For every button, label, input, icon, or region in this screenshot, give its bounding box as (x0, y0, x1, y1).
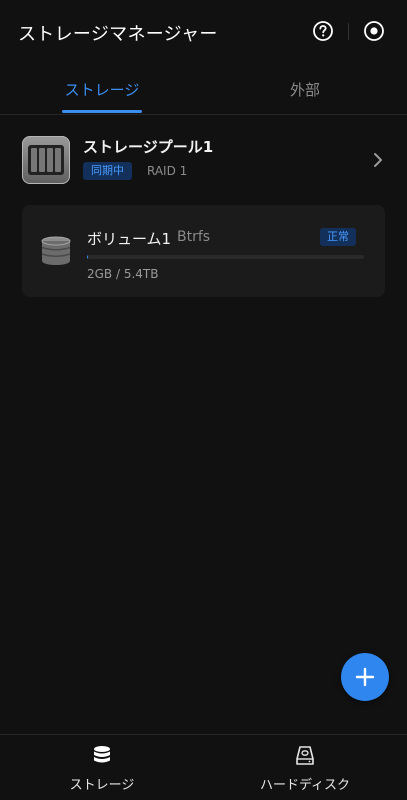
tab-bar: ストレージ 外部 (0, 64, 407, 115)
database-icon (41, 236, 71, 265)
volume-card[interactable]: ボリューム1 Btrfs 正常 2GB / 5.4TB (22, 205, 385, 297)
bottom-navigation: ストレージ ハードディスク (0, 734, 407, 800)
active-tab-indicator (62, 110, 142, 113)
nas-drive-icon (22, 136, 70, 184)
more-options-button[interactable] (363, 20, 385, 42)
target-icon (364, 21, 384, 41)
help-circle-icon (313, 21, 333, 41)
header-divider (348, 23, 349, 40)
volume-usage-text: 2GB / 5.4TB (87, 267, 159, 281)
usage-progress-bar (87, 255, 364, 259)
volume-status-badge: 正常 (320, 228, 356, 246)
chevron-right-icon (374, 153, 382, 167)
app-header: ストレージマネージャー (0, 0, 407, 64)
database-icon (94, 746, 110, 763)
plus-icon (355, 667, 375, 687)
raid-type-label: RAID 1 (147, 164, 188, 178)
filesystem-label: Btrfs (177, 229, 211, 245)
page-title: ストレージマネージャー (18, 24, 218, 45)
nav-item-hard-disk[interactable]: ハードディスク (203, 735, 407, 800)
help-button[interactable] (312, 20, 334, 42)
tab-storage[interactable]: ストレージ (0, 64, 204, 114)
nav-label-hard-disk: ハードディスク (259, 778, 351, 793)
tab-external[interactable]: 外部 (203, 64, 407, 114)
storage-manager-app: ストレージマネージャー ストレージ 外部 ストレージプール1 同期中 RAID … (0, 0, 407, 800)
volume-name: ボリューム1 (87, 230, 172, 248)
nav-label-storage: ストレージ (69, 778, 135, 793)
add-button[interactable] (341, 653, 389, 701)
sync-status-badge: 同期中 (83, 162, 132, 180)
hard-disk-icon (296, 746, 314, 765)
storage-pool-name: ストレージプール1 (83, 138, 214, 156)
storage-pool-row[interactable]: ストレージプール1 同期中 RAID 1 (0, 128, 407, 194)
nav-item-storage[interactable]: ストレージ (0, 735, 204, 800)
